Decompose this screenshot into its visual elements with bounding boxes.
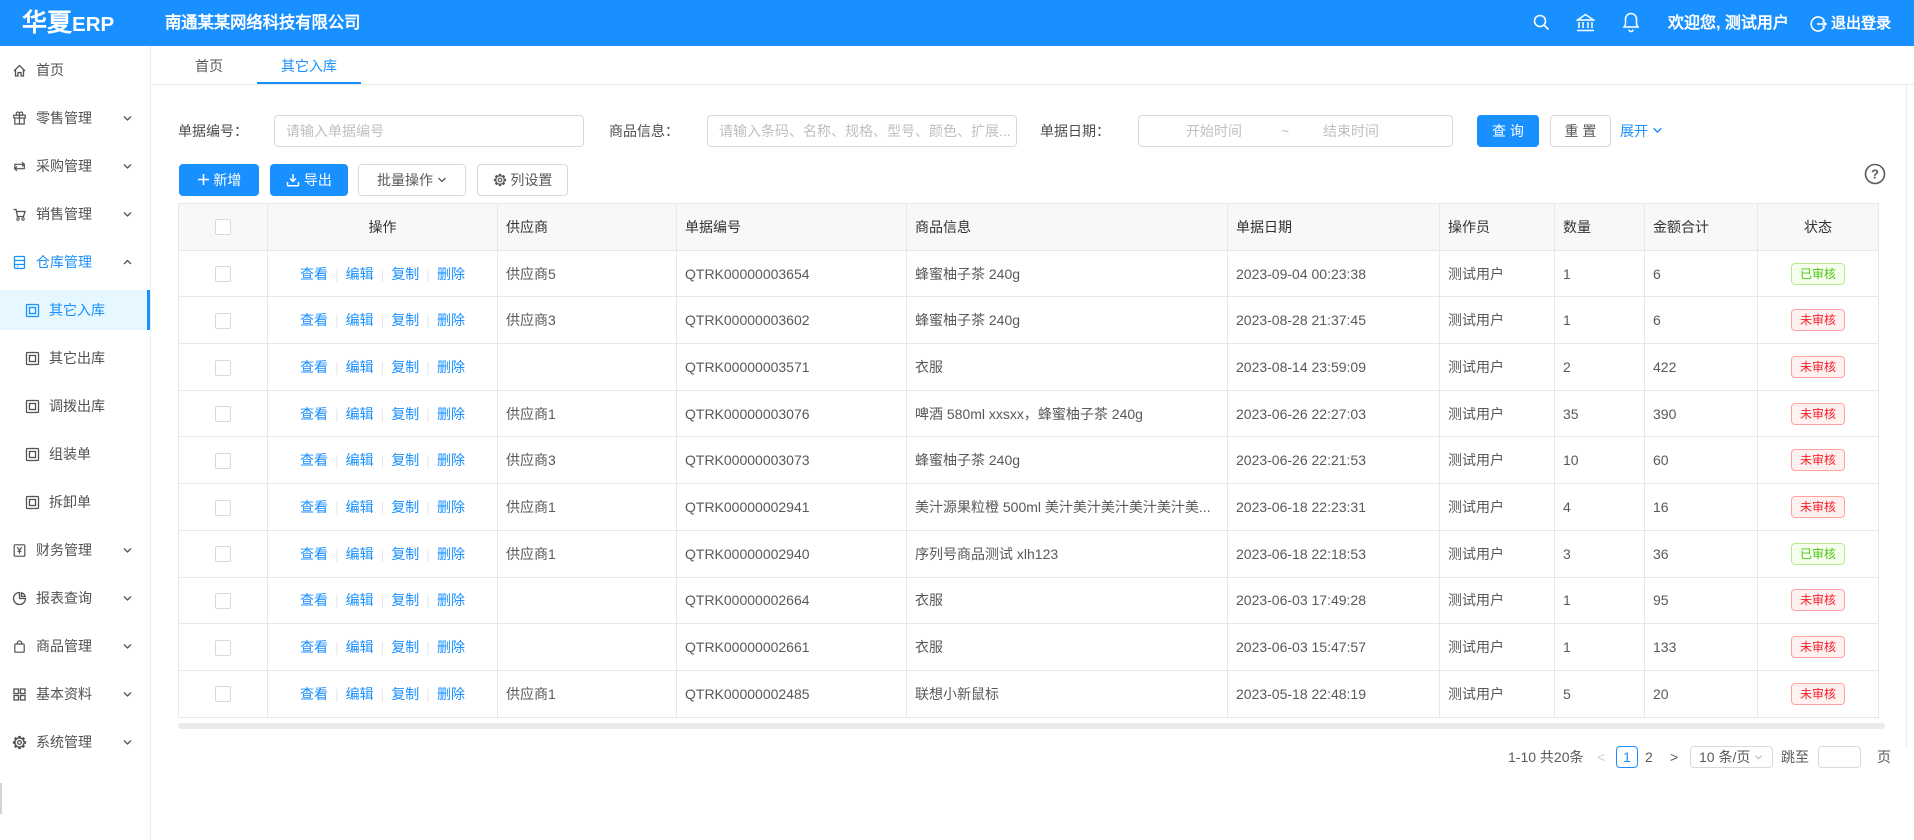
svg-text:?: ? [1871, 167, 1879, 182]
